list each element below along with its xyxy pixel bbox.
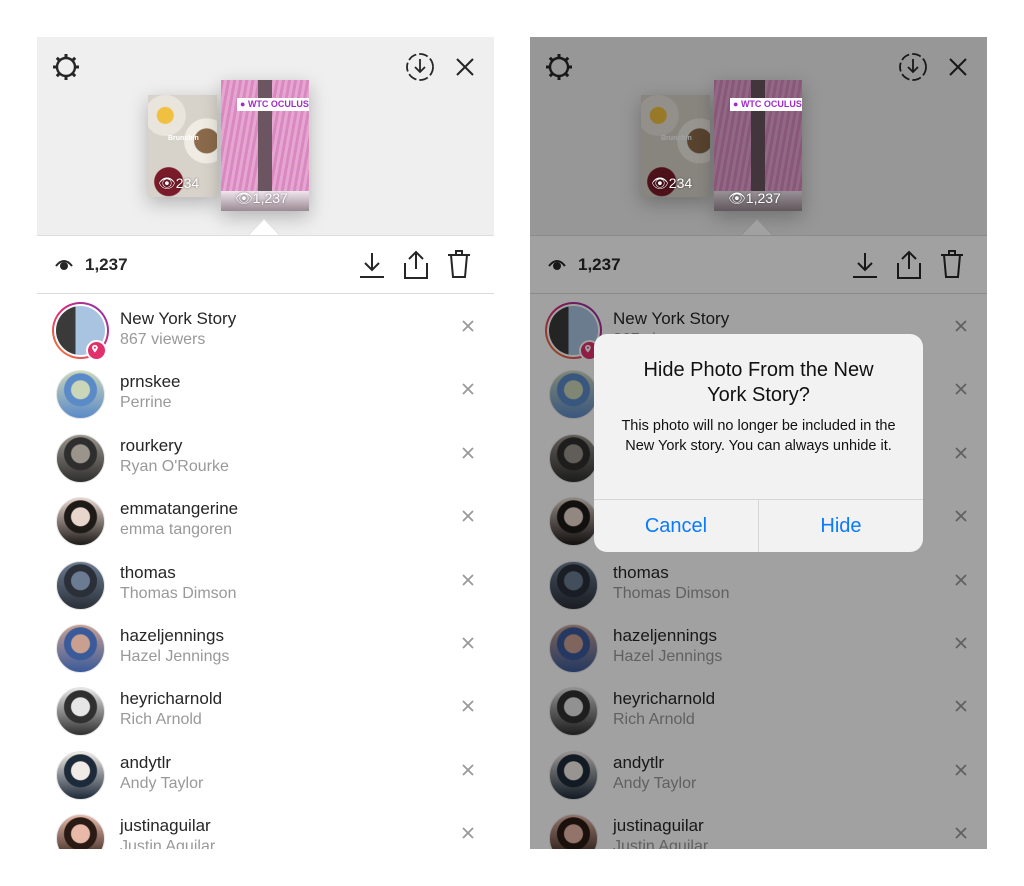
viewer-list: New York Story 867 viewers prnskee Perrine r… xyxy=(37,295,494,849)
eye-icon xyxy=(55,260,73,270)
cancel-button[interactable]: Cancel xyxy=(594,500,758,552)
viewer-row[interactable]: heyricharnold Rich Arnold xyxy=(37,675,494,738)
story-row[interactable]: New York Story 867 viewers xyxy=(37,295,494,361)
remove-icon[interactable] xyxy=(460,381,476,397)
full-name: Andy Taylor xyxy=(120,774,204,792)
trash-icon[interactable] xyxy=(447,249,471,279)
viewer-row[interactable]: hazeljennings Hazel Jennings xyxy=(37,612,494,675)
full-name: Perrine xyxy=(120,394,172,412)
avatar[interactable] xyxy=(56,687,105,737)
avatar[interactable] xyxy=(56,497,105,547)
viewer-row[interactable]: thomas Thomas Dimson xyxy=(37,549,494,612)
viewer-row[interactable]: andytlr Andy Taylor xyxy=(37,739,494,802)
share-icon[interactable] xyxy=(403,250,429,280)
avatar[interactable] xyxy=(56,433,105,483)
remove-icon[interactable] xyxy=(460,508,476,524)
thumbnail-caption: Brunchin xyxy=(168,135,199,142)
username[interactable]: rourkery xyxy=(120,436,182,456)
username[interactable]: New York Story xyxy=(120,309,236,329)
remove-icon[interactable] xyxy=(460,445,476,461)
hide-button[interactable]: Hide xyxy=(758,500,923,552)
full-name: Justin Aguilar xyxy=(120,838,216,849)
remove-icon[interactable] xyxy=(460,572,476,588)
hide-photo-dialog: Hide Photo From the New York Story? This… xyxy=(594,334,923,552)
thumbnail-view-count: 👁︎1,237 xyxy=(728,190,781,206)
story-viewers-panel-with-dialog: Brunchin 👁︎234 ● WTC OCULUS 👁︎1,237 1,23… xyxy=(530,37,987,849)
story-viewers-panel: Brunchin 👁︎234 ● WTC OCULUS 👁︎1,237 1,23… xyxy=(37,37,494,849)
story-preview: Brunchin 👁︎234 ● WTC OCULUS 👁︎1,237 xyxy=(37,37,494,235)
username[interactable]: heyricharnold xyxy=(120,689,222,709)
download-circle-icon[interactable] xyxy=(405,52,435,82)
close-icon[interactable] xyxy=(455,57,475,77)
viewer-row[interactable]: rourkeryRyan O'Rourke xyxy=(37,422,494,485)
dialog-title: Hide Photo From the New York Story? xyxy=(643,359,874,406)
avatar[interactable] xyxy=(56,370,105,420)
location-sticker: ● WTC OCULUS xyxy=(730,98,802,111)
thumbnail-view-count: 👁︎234 xyxy=(651,175,693,191)
view-count: 1,237 xyxy=(85,255,128,274)
avatar[interactable] xyxy=(56,560,105,610)
dialog-message: This photo will no longer be included in… xyxy=(621,418,896,454)
story-thumbnail[interactable]: Brunchin 👁︎234 xyxy=(148,95,217,197)
full-name: emma tangoren xyxy=(120,521,233,539)
download-icon[interactable] xyxy=(359,251,385,279)
username[interactable]: hazeljennings xyxy=(120,626,224,646)
remove-icon[interactable] xyxy=(460,635,476,651)
story-thumbnail-selected[interactable]: ● WTC OCULUS 👁︎1,237 xyxy=(221,80,309,211)
full-name: Hazel Jennings xyxy=(120,647,230,665)
full-name: Ryan O'Rourke xyxy=(120,457,229,475)
remove-icon[interactable] xyxy=(460,318,476,334)
username[interactable]: justinaguilar xyxy=(120,816,211,836)
location-sticker: ● WTC OCULUS xyxy=(237,98,309,111)
username[interactable]: prnskee xyxy=(120,372,180,392)
gear-icon[interactable] xyxy=(52,53,80,81)
viewer-row[interactable]: prnskee Perrine xyxy=(37,358,494,421)
avatar[interactable] xyxy=(56,814,105,849)
username[interactable]: emmatangerine xyxy=(120,499,238,519)
thumbnail-view-count: 👁︎234 xyxy=(158,175,200,191)
story-toolbar: 1,237 xyxy=(37,235,494,294)
remove-icon[interactable] xyxy=(460,825,476,841)
full-name: Rich Arnold xyxy=(120,711,202,729)
thumbnail-view-count: 👁︎1,237 xyxy=(235,190,288,206)
username[interactable]: thomas xyxy=(120,563,176,583)
full-name: 867 viewers xyxy=(120,331,206,348)
remove-icon[interactable] xyxy=(460,762,476,778)
full-name: Thomas Dimson xyxy=(120,584,237,602)
username[interactable]: andytlr xyxy=(120,753,171,773)
viewer-row[interactable]: emmatangerine emma tangoren xyxy=(37,485,494,548)
avatar[interactable] xyxy=(56,623,105,673)
remove-icon[interactable] xyxy=(460,698,476,714)
avatar[interactable] xyxy=(56,750,105,800)
viewer-row[interactable]: justinaguilar Justin Aguilar xyxy=(37,802,494,849)
